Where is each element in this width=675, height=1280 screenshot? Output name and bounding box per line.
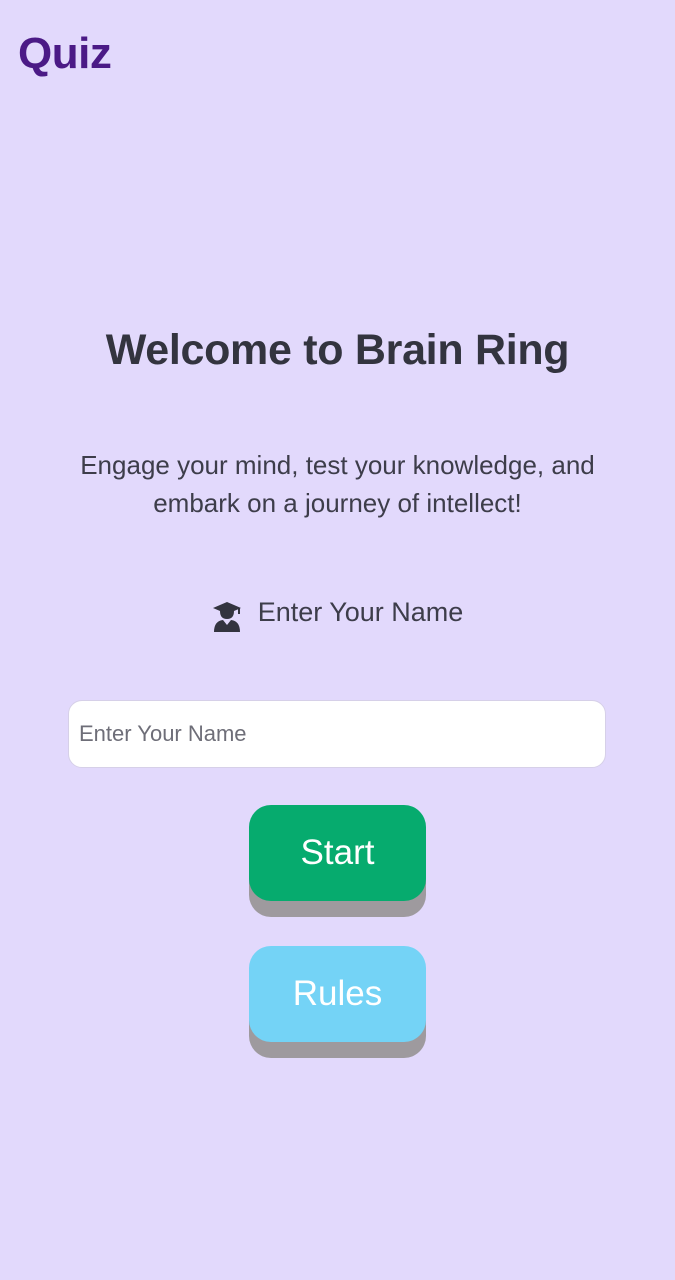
page-subtitle: Engage your mind, test your knowledge, a… bbox=[80, 450, 595, 518]
brand-title: Quiz bbox=[18, 29, 112, 78]
name-input[interactable] bbox=[68, 700, 606, 768]
page-title: Welcome to Brain Ring bbox=[105, 326, 570, 374]
rules-button[interactable]: Rules bbox=[249, 946, 426, 1042]
graduate-icon bbox=[212, 600, 242, 632]
start-button[interactable]: Start bbox=[249, 805, 426, 901]
name-label: Enter Your Name bbox=[257, 597, 464, 627]
name-label-row: Enter Your Name bbox=[0, 590, 675, 634]
